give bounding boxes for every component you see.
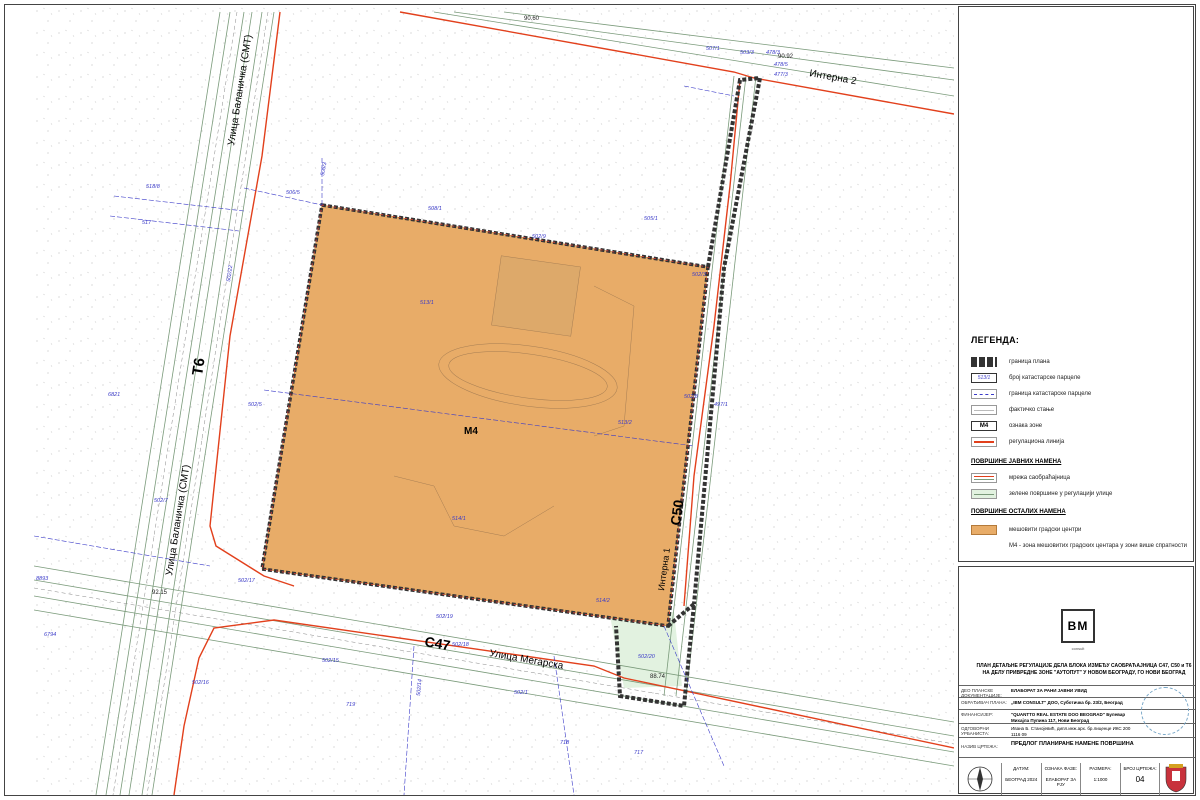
- parcel-number: 513/1: [420, 300, 434, 306]
- zone-m4-area: [261, 204, 709, 627]
- cell-phase: ОЗНАКА ФАЗЕ: ЕЛАБОРАТ ЗА РЈУ: [1040, 763, 1081, 795]
- drawing-title: ПРЕДЛОГ ПЛАНИРАНЕ НАМЕНЕ ПОВРШИНА: [1011, 741, 1134, 747]
- cell-date: ДАТУМ: БЕОГРАД 2024: [1001, 763, 1041, 795]
- regulation-line-symbol: [971, 437, 997, 447]
- parcel-number: 508/1: [428, 206, 442, 212]
- parcel-number: 719: [346, 702, 355, 708]
- parcel-number: 6821: [108, 392, 120, 398]
- parcel-number: 497/1: [714, 402, 728, 408]
- parcel-number: 502/1: [514, 690, 528, 696]
- parcel-number: 502/15: [322, 658, 340, 664]
- parcel-number: 503/3: [740, 50, 755, 56]
- elevation: 92.15: [152, 590, 168, 596]
- legend-item-parcel-boundary: граница катастарске парцеле: [971, 387, 1091, 401]
- parcel-boundary-symbol: [971, 389, 997, 399]
- company-logo-sub: consult: [1071, 646, 1085, 651]
- legend-item-traffic-network: мрежа саобраћајница: [971, 471, 1070, 485]
- legend-item-parcel-number: 513/1 број катастарске парцеле: [971, 371, 1080, 385]
- parcel-number: 502/7: [154, 498, 169, 504]
- parcel-number: 502/17: [238, 578, 256, 584]
- legend-item-actual-state: фактичко стање: [971, 403, 1054, 417]
- parcel-number: 502/19: [436, 614, 453, 620]
- elevation: 90.92: [778, 54, 794, 60]
- cell-drawing-number: БРОЈ ЦРТЕЖА: 04: [1119, 763, 1160, 795]
- legend-item-mixed-centers: мешовити градски центри: [971, 523, 1081, 537]
- label-t6: T6: [189, 357, 209, 377]
- mixed-centers-symbol: [971, 525, 997, 535]
- parcel-number: 502/16: [192, 680, 210, 686]
- plan-title: ПЛАН ДЕТАЉНЕ РЕГУЛАЦИЈЕ ДЕЛА БЛОКА ИЗМЕЂ…: [976, 663, 1192, 676]
- parcel-number: 502/9: [532, 234, 546, 240]
- parcel-number: 505/1: [644, 216, 658, 222]
- parcel-number: 6794: [44, 632, 56, 638]
- elevation: 88.74: [650, 674, 666, 680]
- legend-item-plan-boundary: граница плана: [971, 355, 1050, 369]
- legend-panel: ЛЕГЕНДА: граница плана 513/1 број катаст…: [958, 6, 1194, 562]
- parcel-number: 478/5: [774, 62, 789, 68]
- parcel-number-symbol: 513/1: [971, 373, 997, 383]
- cell-scale: РАЗМЕРА: 1:1000: [1080, 763, 1120, 795]
- company-logo: BM: [1061, 609, 1095, 643]
- north-arrow-icon: [967, 766, 993, 792]
- parcel-number: 502/8: [684, 394, 699, 400]
- parcel-number: 517: [142, 220, 152, 226]
- belgrade-crest-icon: [1165, 764, 1187, 793]
- green-regulation-symbol: [971, 489, 997, 499]
- zone-label-symbol: M4: [971, 421, 997, 431]
- parcel-number: 506/5: [286, 190, 301, 196]
- legend-item-regulation-line: регулациона линија: [971, 435, 1064, 449]
- parcel-number: 502/20: [638, 654, 656, 660]
- parcel-number: 514/1: [452, 516, 466, 522]
- parcel-number: 477/3: [774, 72, 789, 78]
- legend-other-title: ПОВРШИНЕ ОСТАЛИХ НАМЕНА: [971, 509, 1066, 515]
- right-column: ЛЕГЕНДА: граница плана 513/1 број катаст…: [958, 6, 1195, 795]
- label-zone-m4: M4: [464, 426, 478, 437]
- parcel-number: 502/3: [692, 272, 707, 278]
- parcel-number: 8893: [36, 576, 49, 582]
- elevation: 90.60: [524, 16, 540, 22]
- parcel-number: 514/2: [596, 598, 610, 604]
- parcel-number: 717: [634, 750, 644, 756]
- parcel-number: 502/18: [452, 642, 470, 648]
- parcel-number: 718: [560, 740, 570, 746]
- legend-item-zone-label: M4 ознака зоне: [971, 419, 1042, 433]
- traffic-network-symbol: [971, 473, 997, 483]
- legend-public-title: ПОВРШИНЕ ЈАВНИХ НАМЕНА: [971, 459, 1062, 465]
- actual-state-symbol: [971, 405, 997, 415]
- planning-map: T6 Улица Баланичка (СМТ) Улица Баланичка…: [34, 6, 954, 795]
- legend-m4-description: М4 - зона мешовитих градских центара у з…: [1009, 543, 1187, 549]
- plan-boundary-symbol: [971, 357, 997, 367]
- parcel-number: 518/8: [146, 184, 161, 190]
- signature-stamp: [1141, 687, 1189, 735]
- title-block: BM consult ПЛАН ДЕТАЉНЕ РЕГУЛАЦИЈЕ ДЕЛА …: [958, 566, 1195, 795]
- parcel-number: 513/2: [618, 420, 632, 426]
- parcel-number: 502/5: [248, 402, 263, 408]
- legend-title: ЛЕГЕНДА:: [971, 335, 1020, 345]
- legend-item-green-regulation: зелене површине у регулацији улице: [971, 487, 1112, 501]
- parcel-number: 507/1: [706, 46, 720, 52]
